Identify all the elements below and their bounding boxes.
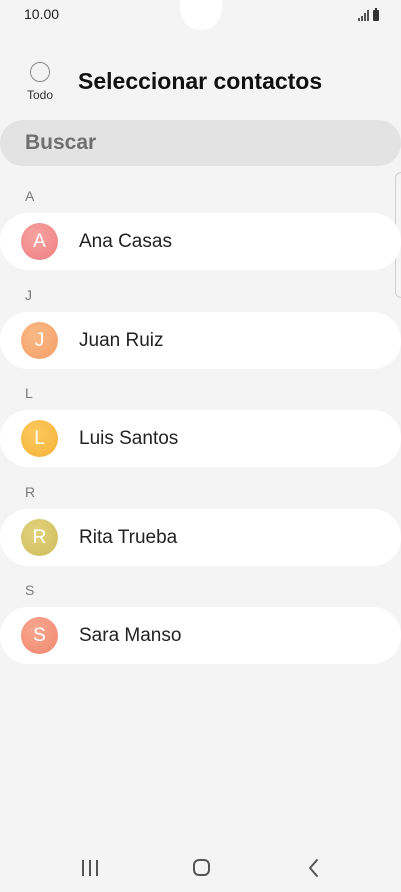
home-icon <box>193 859 210 876</box>
back-icon <box>309 859 318 877</box>
contact-name: Sara Manso <box>79 625 182 646</box>
app-header: Todo Seleccionar contactos <box>0 58 401 108</box>
contact-section: A A Ana Casas <box>0 170 401 270</box>
contact-name: Rita Trueba <box>79 526 178 548</box>
contact-section: J J Juan Ruiz <box>0 269 401 369</box>
contact-row[interactable]: R Rita Trueba <box>0 508 401 566</box>
contact-row[interactable]: J Juan Ruiz <box>0 311 401 369</box>
contact-section: L L Luis Santos <box>0 367 401 467</box>
contact-avatar: A <box>21 223 58 260</box>
contact-row[interactable]: S Sara Manso <box>0 607 401 664</box>
status-icons <box>358 8 379 21</box>
recent-apps-icon <box>82 860 98 876</box>
contact-avatar: R <box>21 518 58 556</box>
search-input[interactable]: Buscar <box>0 120 401 166</box>
contact-avatar: J <box>21 321 58 359</box>
select-all-label: Todo <box>26 88 54 102</box>
status-bar: 10.00 <box>0 0 401 30</box>
select-all-checkbox-icon[interactable] <box>30 62 50 82</box>
contact-name: Juan Ruiz <box>79 329 164 351</box>
recent-apps-button[interactable] <box>70 856 110 880</box>
section-header: L <box>25 385 33 401</box>
contact-section: S S Sara Manso <box>0 564 401 664</box>
select-all-toggle[interactable]: Todo <box>20 62 60 102</box>
camera-notch <box>180 0 222 30</box>
contact-name: Luis Santos <box>79 428 179 449</box>
signal-icon <box>358 10 369 21</box>
section-header: S <box>25 582 35 598</box>
home-button[interactable] <box>181 856 221 880</box>
section-header: R <box>25 483 36 500</box>
contact-section: R R Rita Trueba <box>0 466 401 566</box>
contact-avatar: S <box>21 617 58 654</box>
contact-row[interactable]: L Luis Santos <box>0 410 401 467</box>
contact-avatar: L <box>21 420 58 457</box>
battery-icon <box>373 8 379 21</box>
section-header: A <box>25 188 35 204</box>
back-button[interactable] <box>293 856 333 880</box>
search-placeholder: Buscar <box>25 131 97 154</box>
page-title: Seleccionar contactos <box>78 68 323 94</box>
section-header: J <box>25 286 32 303</box>
status-time: 10.00 <box>24 6 60 22</box>
contact-row[interactable]: A Ana Casas <box>0 213 401 270</box>
system-nav-bar <box>0 844 401 892</box>
contact-name: Ana Casas <box>79 231 172 252</box>
contact-list: A A Ana Casas J J Juan Ruiz L L Luis San… <box>0 170 401 664</box>
